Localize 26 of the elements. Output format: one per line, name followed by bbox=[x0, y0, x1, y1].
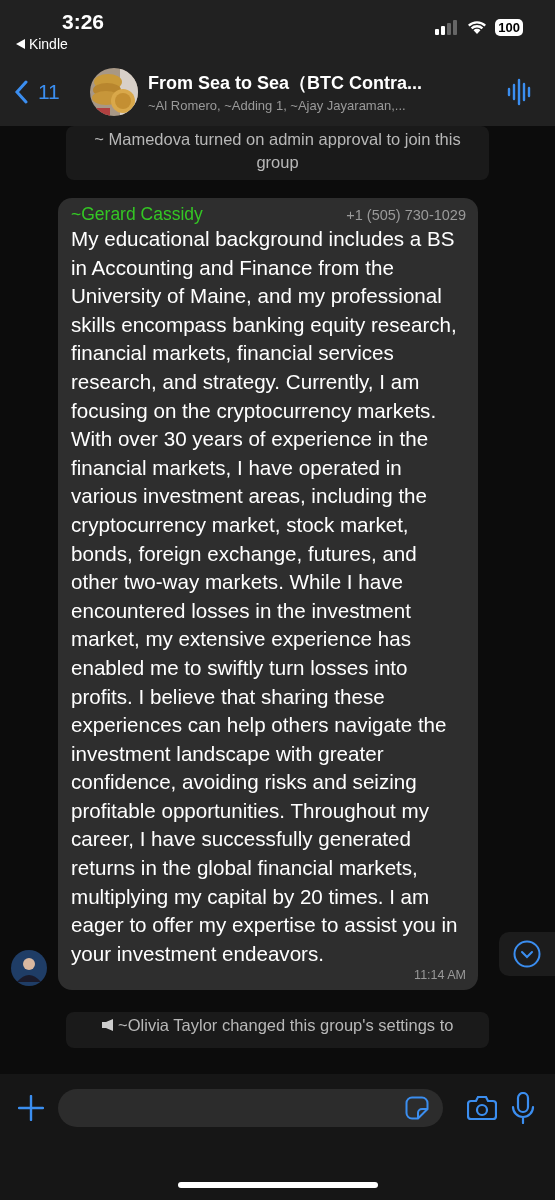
avatar-icon[interactable] bbox=[11, 950, 47, 987]
status-time: 3:26 bbox=[62, 10, 105, 34]
sender-name[interactable]: ~Gerard Cassidy bbox=[71, 204, 203, 225]
chevron-left-icon bbox=[14, 80, 28, 104]
back-triangle-icon bbox=[16, 39, 25, 49]
audio-wave-icon[interactable] bbox=[507, 78, 533, 106]
message-text: My educational background includes a BS in Accounting and Finance from the University of Maine, and my professional skills encompass banking equity research, financial markets, financial services research, and strategy. Currently, I am focusing on the cryptocurrency markets. With over 30 years of experience in the financial markets, I have operated in various investment areas, including the cryptocurrency market, stock market, bonds, foreign exchange, futures, and other two-way markets. While I have encountered losses in the investment market, my extensive experience has enabled me to swiftly turn losses into profits. I believe that sharing these experiences can help others navigate the investment landscape with greater confidence, avoiding risks and seizing profitable opportunities. Throughout my career, I have successfully generated returns in the global financial markets, multiplying my capital by 20 times. I am eager to offer my expertise to assist you in your investment endeavors. bbox=[71, 226, 459, 967]
camera-icon[interactable] bbox=[467, 1095, 497, 1121]
message-input-field[interactable] bbox=[58, 1089, 443, 1127]
sticker-icon[interactable] bbox=[405, 1096, 429, 1120]
sender-phone: +1 (505) 730-1029 bbox=[346, 207, 466, 223]
back-to-app-link[interactable]: Kindle bbox=[16, 36, 68, 52]
microphone-icon[interactable] bbox=[511, 1092, 535, 1124]
system-message: ~ Mamedova turned on admin approval to join this group bbox=[66, 126, 489, 180]
battery-level: 100 bbox=[495, 18, 523, 36]
signal-icon bbox=[435, 19, 460, 35]
chat-title[interactable]: From Sea to Sea（BTC Contra... bbox=[148, 71, 497, 95]
scroll-down-button[interactable] bbox=[499, 932, 555, 977]
back-button[interactable]: 11 bbox=[14, 80, 80, 104]
system-message: ~Olivia Taylor changed this group's settings to bbox=[66, 1012, 489, 1049]
plus-icon[interactable] bbox=[18, 1095, 44, 1121]
participants-list: ~Al Romero, ~Adding 1, ~Ajay Jayaraman,... bbox=[148, 98, 497, 113]
message-time: 11:14 AM bbox=[414, 968, 466, 983]
megaphone-icon bbox=[101, 1019, 114, 1032]
chevron-down-icon bbox=[513, 940, 541, 969]
wifi-icon bbox=[466, 19, 489, 35]
